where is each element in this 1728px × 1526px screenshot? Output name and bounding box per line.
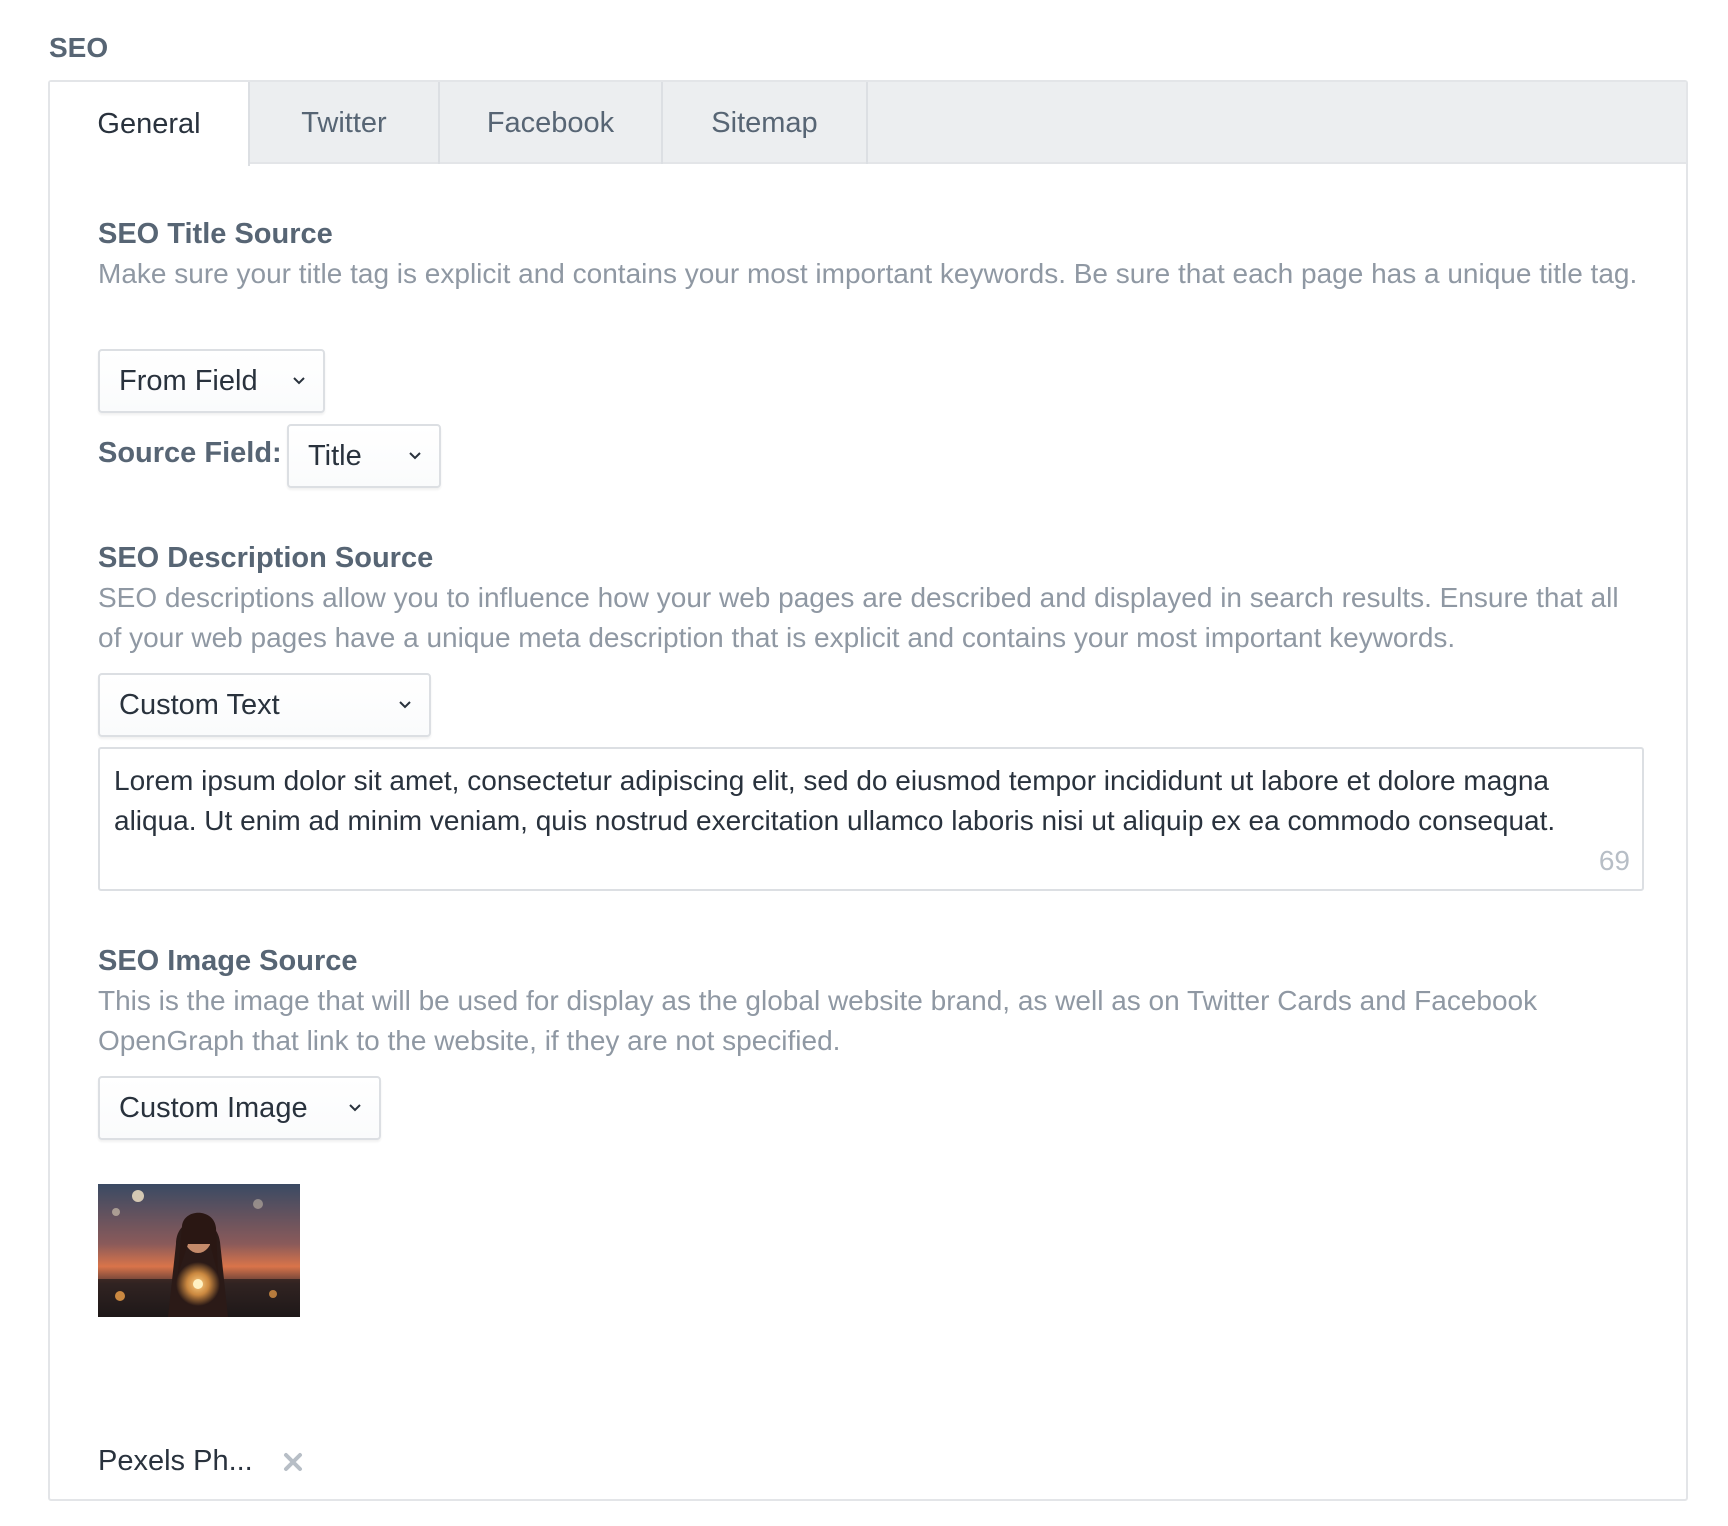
asset-thumbnail-image	[98, 1184, 300, 1317]
char-count: 69	[1598, 845, 1630, 876]
source-field-select[interactable]: Title	[287, 424, 441, 488]
close-icon[interactable]	[280, 1449, 306, 1475]
image-source-select[interactable]: Custom Image	[98, 1076, 381, 1140]
title-source-heading: SEO Title Source	[98, 218, 333, 250]
chevron-down-icon	[399, 701, 411, 709]
tab-bar: General Twitter Facebook Sitemap	[50, 82, 1686, 166]
description-source-select-value: Custom Text	[119, 688, 280, 721]
description-text: Lorem ipsum dolor sit amet, consectetur …	[114, 765, 1556, 836]
description-source-heading: SEO Description Source	[98, 542, 434, 574]
tab-twitter[interactable]: Twitter	[250, 82, 440, 164]
image-source-instructions: This is the image that will be used for …	[98, 985, 1538, 1056]
chevron-down-icon	[349, 1104, 361, 1112]
description-textarea[interactable]: Lorem ipsum dolor sit amet, consectetur …	[98, 747, 1644, 891]
image-source-heading: SEO Image Source	[98, 945, 358, 977]
title-source-instructions: Make sure your title tag is explicit and…	[98, 258, 1638, 289]
description-source-select[interactable]: Custom Text	[98, 673, 431, 737]
source-field-label: Source Field:	[98, 437, 282, 469]
tab-general[interactable]: General	[50, 82, 250, 166]
tab-sitemap[interactable]: Sitemap	[663, 82, 868, 164]
seo-panel: General Twitter Facebook Sitemap SEO Tit…	[48, 80, 1688, 1501]
title-source-select-value: From Field	[119, 364, 258, 397]
asset-thumbnail[interactable]	[98, 1184, 300, 1317]
field-heading: SEO	[49, 32, 109, 63]
description-source-instructions: SEO descriptions allow you to influence …	[98, 582, 1619, 653]
asset-title: Pexels Ph...	[98, 1445, 253, 1477]
chevron-down-icon	[409, 452, 421, 460]
tab-facebook[interactable]: Facebook	[440, 82, 663, 164]
chevron-down-icon	[293, 377, 305, 385]
seo-settings-page: SEO General Twitter Facebook Sitemap SEO…	[0, 0, 1728, 1526]
source-field-select-value: Title	[308, 439, 362, 472]
title-source-select[interactable]: From Field	[98, 349, 325, 413]
image-source-select-value: Custom Image	[119, 1091, 308, 1124]
